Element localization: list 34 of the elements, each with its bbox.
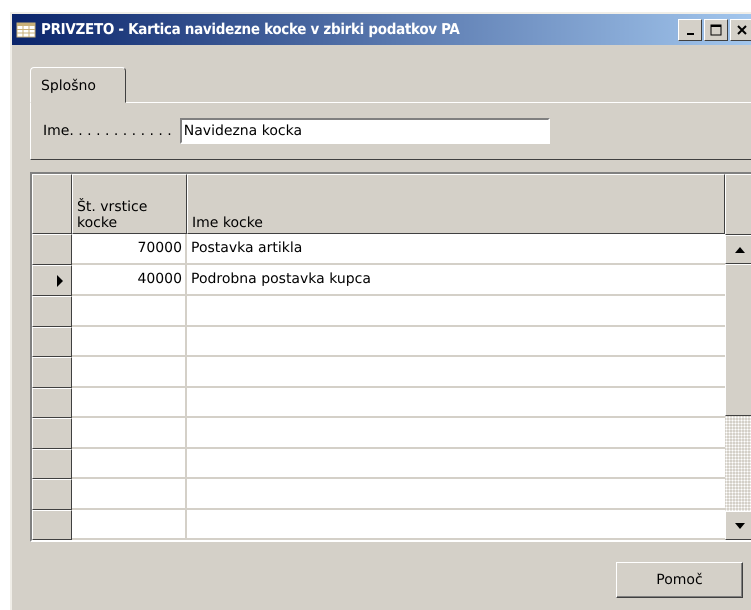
row-selector[interactable] [32,479,72,510]
scroll-up-button[interactable] [725,235,751,264]
row-selector[interactable] [32,296,72,327]
scroll-down-button[interactable] [725,511,751,540]
tab[interactable]: Splošno [30,67,126,103]
row-selector[interactable] [32,234,72,266]
row-selector[interactable] [32,326,72,358]
row-selector[interactable] [32,510,72,540]
close-button[interactable] [730,18,751,40]
scroll-thumb[interactable] [725,264,751,416]
help-button[interactable]: Pomoč [616,562,743,598]
column-header: Št. vrstice kocke [72,174,187,234]
minimize-button[interactable] [678,18,702,40]
table-cell: Postavka artikla [187,234,725,266]
close-icon [736,24,748,36]
row-selector[interactable] [32,448,72,480]
column-header: Ime kocke [187,174,725,234]
window-title: PRIVZETO - Kartica navidezne kocke v zbirki podatkov PA [41,19,460,40]
table-cell: 40000 [72,265,187,296]
input-field[interactable]: Navidezna kocka [180,118,550,144]
current-row-icon [57,274,63,287]
table-cell: 70000 [72,234,187,266]
maximize-icon [710,24,722,36]
field-label: Ime. . . . . . . . . . . . [43,122,172,140]
maximize-button[interactable] [704,18,728,40]
row-selector[interactable] [32,418,72,449]
row-selector[interactable] [32,357,72,388]
minimize-icon [686,32,694,34]
down-arrow-icon [734,522,744,528]
table-cell: Podrobna postavka kupca [187,265,725,296]
row-selector[interactable] [32,388,72,418]
row-selector[interactable] [32,265,72,296]
up-arrow-icon [734,246,744,252]
table-icon [16,22,36,38]
